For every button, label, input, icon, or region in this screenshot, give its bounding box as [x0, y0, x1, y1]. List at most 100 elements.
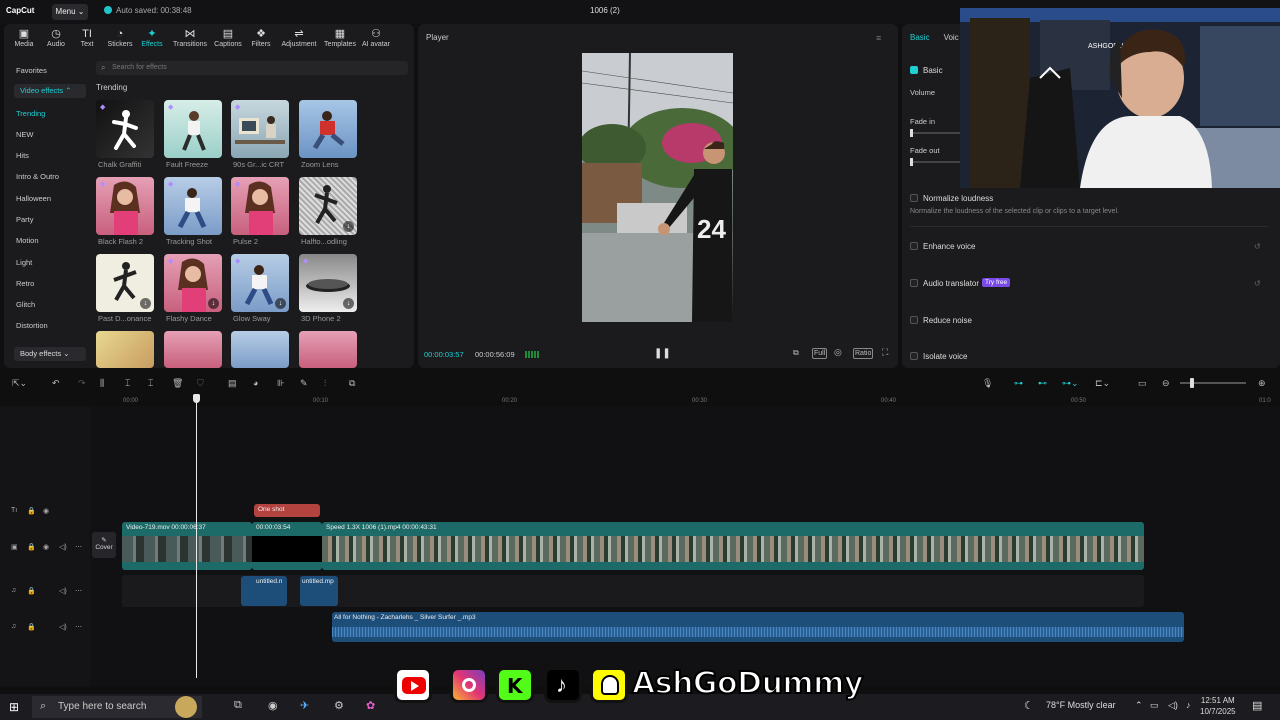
zoom-in-icon[interactable]: ⊕ — [1258, 378, 1266, 389]
lock-icon[interactable]: 🔒 — [27, 587, 36, 595]
ai-tool-icon[interactable]: ◕ — [253, 378, 258, 388]
redo-icon[interactable]: ↷ — [78, 378, 86, 389]
chevron-up-icon[interactable]: ⌃ — [1135, 700, 1143, 711]
normalize-checkbox[interactable] — [910, 194, 918, 202]
speaker-icon[interactable]: ◁) — [59, 543, 67, 551]
playhead[interactable] — [196, 394, 197, 678]
download-icon[interactable]: ↓ — [343, 221, 354, 232]
effect-thumb[interactable] — [96, 331, 154, 368]
select-tool-icon[interactable]: ⇱⌄ — [12, 378, 27, 389]
enhance-voice-checkbox[interactable] — [910, 242, 918, 250]
volume-icon[interactable]: ◁) — [1168, 700, 1178, 711]
fullscreen-icon[interactable]: ⛶ — [882, 347, 888, 358]
crop-icon[interactable]: ⧉ — [793, 348, 799, 358]
basic-checkbox[interactable] — [910, 66, 918, 74]
effect-thumb[interactable]: ◆ — [164, 100, 222, 158]
audio-clip[interactable]: untitled.n — [241, 576, 287, 606]
sidebar-item-glitch[interactable]: Glitch — [16, 300, 35, 309]
tab-voice[interactable]: Voic — [944, 33, 959, 42]
split-left-icon[interactable]: ⌶ — [125, 378, 130, 389]
effect-thumb[interactable]: ◆ ↓ — [231, 254, 289, 312]
taskbar-clock[interactable]: 12:51 AM 10/7/2025 — [1200, 695, 1236, 717]
effect-thumb[interactable] — [164, 331, 222, 368]
reduce-noise-checkbox[interactable] — [910, 316, 918, 324]
lock-icon[interactable]: 🔒 — [27, 543, 36, 551]
link-icon[interactable]: ⊶⌄ — [1062, 378, 1079, 389]
tab-basic[interactable]: Basic — [910, 33, 930, 42]
more-icon[interactable]: ⋯ — [75, 587, 82, 595]
effect-thumb[interactable]: ◆ — [96, 100, 154, 158]
headset-icon[interactable]: ♪ — [1186, 700, 1191, 710]
caption-icon[interactable]: ▭ — [1138, 378, 1147, 389]
shield-icon[interactable]: ⛉ — [197, 378, 204, 389]
audio-clip[interactable]: untitled.mp — [300, 576, 338, 606]
effect-thumb[interactable]: ↓ — [299, 177, 357, 235]
more-icon[interactable]: ⋯ — [75, 623, 82, 631]
freeze-icon[interactable]: ▤ — [228, 378, 237, 389]
cover-button[interactable]: ✎ Cover — [92, 532, 116, 558]
more-icon[interactable]: ⋯ — [75, 543, 82, 551]
weather-text[interactable]: 78°F Mostly clear — [1046, 700, 1116, 710]
copilot-icon[interactable]: ✿ — [366, 699, 375, 712]
magic-icon[interactable]: ✎ — [300, 378, 308, 389]
effect-thumb[interactable] — [299, 100, 357, 158]
isolate-voice-checkbox[interactable] — [910, 352, 918, 360]
network-icon[interactable]: ▭ — [1150, 700, 1159, 711]
fade-in-slider[interactable] — [910, 129, 960, 137]
music-clip[interactable]: All for Nothing - Zacharlehs _ Silver Su… — [332, 612, 1184, 642]
zoom-slider-handle[interactable] — [1190, 378, 1194, 388]
download-icon[interactable]: ↓ — [275, 298, 286, 309]
effect-thumb[interactable] — [299, 331, 357, 368]
undo-icon[interactable]: ↶ — [52, 378, 60, 389]
download-icon[interactable]: ↓ — [140, 298, 151, 309]
sidebar-item-new[interactable]: NEW — [16, 130, 34, 139]
main-track-link-icon[interactable]: ⊶ — [1014, 378, 1023, 389]
full-button[interactable]: Full — [812, 348, 828, 359]
windows-start-icon[interactable]: ⊞ — [9, 700, 19, 714]
search-highlight-icon[interactable] — [175, 696, 197, 718]
zoom-out-icon[interactable]: ⊖ — [1162, 378, 1170, 389]
waveform-icon[interactable]: ⫶ — [324, 378, 326, 389]
video-clip[interactable]: 00:00:03:54 — [252, 522, 322, 570]
pause-button[interactable]: ❚❚ — [654, 348, 671, 359]
download-icon[interactable]: ↓ — [343, 298, 354, 309]
effects-search-input[interactable]: Search for effects — [96, 61, 408, 75]
lock-icon[interactable]: 🔒 — [27, 623, 36, 631]
sidebar-video-effects[interactable]: Video effects ⌃ — [14, 84, 86, 98]
sidebar-item-party[interactable]: Party — [16, 215, 34, 224]
menu-button[interactable]: Menu ⌄ — [52, 4, 88, 20]
effect-thumb[interactable]: ◆ ↓ — [299, 254, 357, 312]
audio-translator-checkbox[interactable] — [910, 279, 918, 287]
lock-icon[interactable]: 🔒 — [27, 507, 36, 515]
eye-icon[interactable]: ◉ — [43, 507, 49, 515]
playhead-handle[interactable] — [193, 394, 200, 403]
microphone-icon[interactable]: 🎙 — [982, 378, 993, 389]
split-icon[interactable]: ⫼ — [100, 378, 104, 389]
preview-axis-icon[interactable]: ⊏⌄ — [1095, 378, 1110, 389]
tool-filters[interactable]: ❖ Filters — [241, 28, 281, 48]
tool-adjustment[interactable]: ⇌ Adjustment — [279, 28, 319, 48]
export-frame-icon[interactable]: ⧉ — [349, 378, 355, 389]
steam-icon[interactable]: ✈ — [300, 699, 309, 712]
reset-icon[interactable]: ↺ — [1254, 242, 1261, 251]
sidebar-body-effects[interactable]: Body effects ⌄ — [14, 347, 86, 361]
tool-ai-avatar[interactable]: ⚇ AI avatar — [356, 28, 396, 48]
delete-icon[interactable]: 🗑 — [172, 378, 183, 389]
speaker-icon[interactable]: ◁) — [59, 623, 67, 631]
sidebar-favorites[interactable]: Favorites — [16, 66, 47, 75]
sidebar-item-distortion[interactable]: Distortion — [16, 321, 48, 330]
sidebar-item-trending[interactable]: Trending — [16, 109, 45, 118]
speaker-icon[interactable]: ◁) — [59, 587, 67, 595]
tool-effects[interactable]: ✦ Effects — [132, 28, 172, 48]
reset-icon[interactable]: ↺ — [1254, 279, 1261, 288]
ratio-button[interactable]: Ratio — [853, 348, 874, 359]
text-clip[interactable]: One shot — [254, 504, 320, 517]
sidebar-item-motion[interactable]: Motion — [16, 236, 39, 245]
fade-out-slider[interactable] — [910, 158, 960, 166]
tool-templates[interactable]: ▦ Templates — [320, 28, 360, 48]
effect-thumb[interactable]: ◆ — [164, 177, 222, 235]
snapshot-icon[interactable]: ◎ — [834, 347, 842, 358]
sidebar-item-intro-outro[interactable]: Intro & Outro — [16, 172, 59, 181]
split-right-icon[interactable]: ⌶ — [148, 378, 153, 389]
player-menu-icon[interactable]: ≡ — [876, 33, 881, 43]
